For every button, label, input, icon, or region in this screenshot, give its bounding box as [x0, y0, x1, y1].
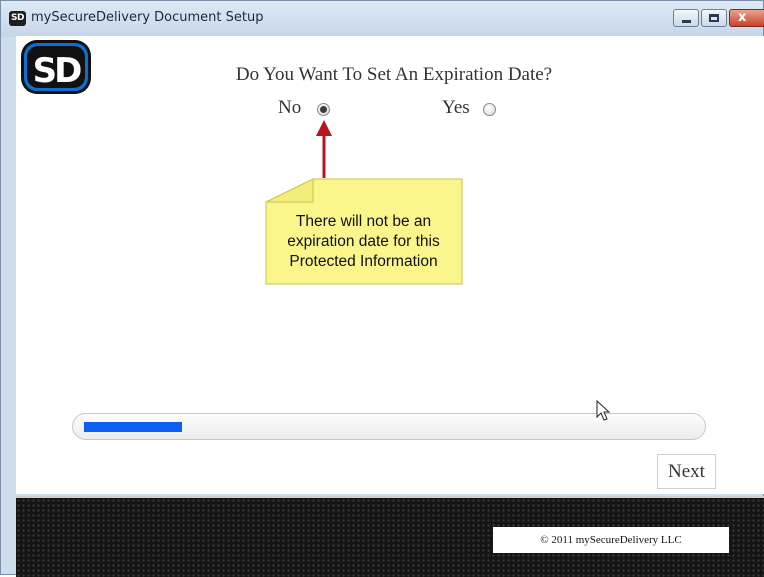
logo-text: SD [33, 51, 81, 91]
callout-line: Protected Information [289, 253, 438, 270]
footer: © 2011 mySecureDelivery LLC [16, 496, 764, 577]
sd-logo: SD [21, 40, 91, 94]
callout-line: There will not be an [295, 213, 432, 230]
minimize-button[interactable] [673, 9, 699, 27]
option-no-radio[interactable] [317, 103, 330, 116]
copyright-notice: © 2011 mySecureDelivery LLC [493, 527, 729, 553]
close-button[interactable]: x [729, 9, 764, 27]
maximize-button[interactable] [701, 9, 727, 27]
callout-note: There will not be an expiration date for… [265, 178, 463, 285]
next-button[interactable]: Next [657, 454, 716, 489]
expiration-question: Do You Want To Set An Expiration Date? [235, 64, 553, 85]
window-title: mySecureDelivery Document Setup [31, 10, 264, 25]
option-yes-label: Yes [442, 97, 470, 118]
app-icon: SD [9, 11, 26, 26]
callout-line: expiration date for this [287, 233, 440, 250]
callout-text: There will not be an expiration date for… [265, 212, 462, 272]
minimize-icon [682, 20, 691, 23]
title-bar[interactable]: SD mySecureDelivery Document Setup x [1, 1, 764, 37]
option-no-label: No [278, 97, 302, 118]
option-yes-radio[interactable] [483, 103, 496, 116]
content-area: SD Do You Want To Set An Expiration Date… [16, 36, 764, 494]
red-arrow-icon [316, 120, 332, 178]
maximize-icon [709, 14, 719, 22]
progress-fill [84, 422, 182, 432]
close-icon: x [738, 10, 747, 25]
mouse-cursor-icon [596, 400, 611, 421]
